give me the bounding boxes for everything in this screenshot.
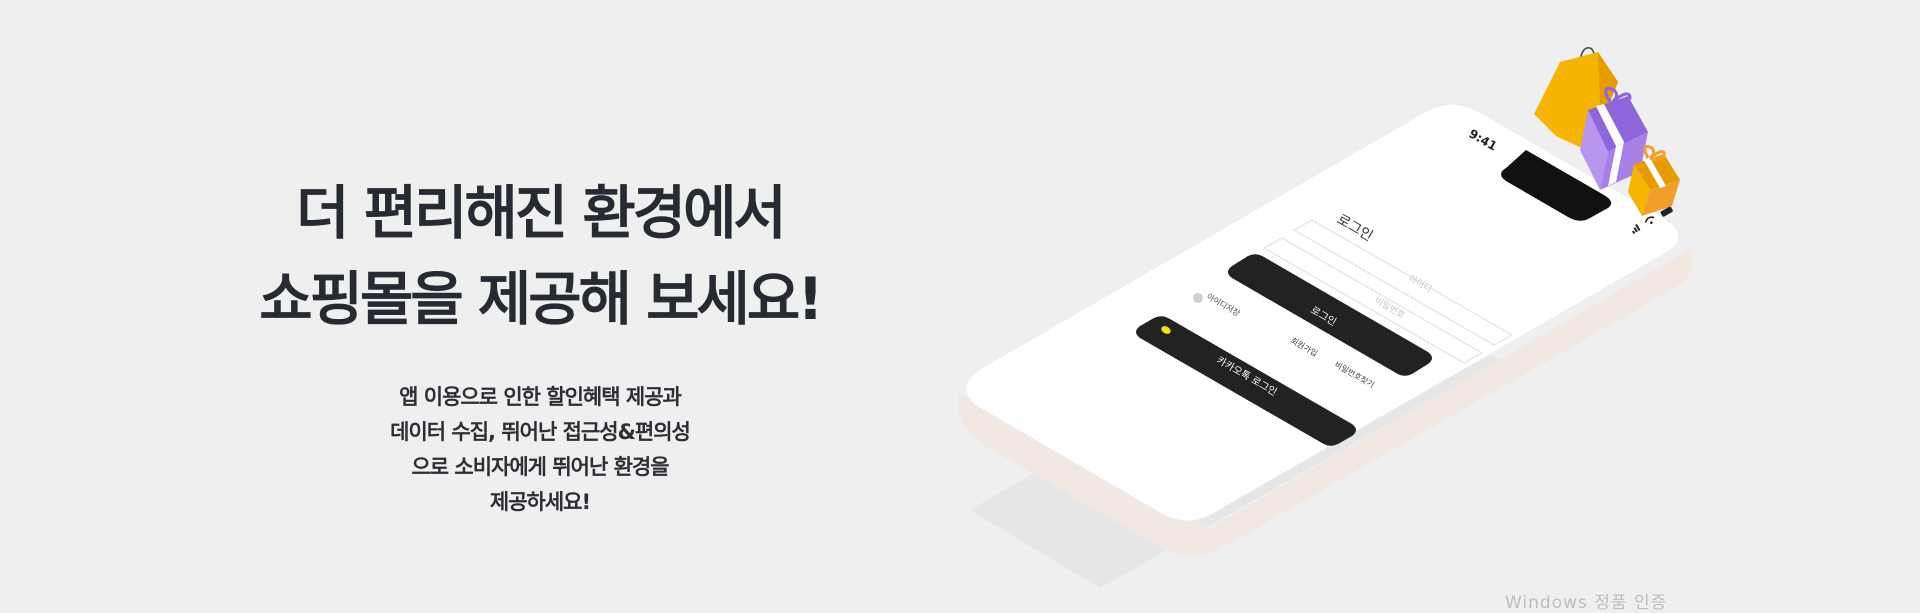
hero-subcopy: 앱 이용으로 인한 할인혜택 제공과 데이터 수집, 뛰어난 접근성&편의성 으… bbox=[150, 380, 930, 520]
save-id-checkbox[interactable] bbox=[1193, 293, 1203, 303]
headline-line-2: 쇼핑몰을 제공해 보세요! bbox=[259, 265, 823, 333]
phone-illustration: 9:41 로그인 아이디 비밀번호 아이디저장 로그인 회원가입 비밀번호찾기 … bbox=[958, 46, 1692, 588]
hero-headline: 더 편리해진 환경에서 쇼핑몰을 제공해 보세요! bbox=[150, 170, 930, 342]
subcopy-line-1: 앱 이용으로 인한 할인혜택 제공과 bbox=[399, 385, 682, 409]
subcopy-line-2: 데이터 수집, 뛰어난 접근성&편의성 bbox=[390, 420, 691, 444]
subcopy-line-4: 제공하세요! bbox=[489, 490, 591, 514]
subcopy-line-3: 으로 소비자에게 뛰어난 환경을 bbox=[411, 455, 669, 479]
hero-text: 더 편리해진 환경에서 쇼핑몰을 제공해 보세요! 앱 이용으로 인한 할인혜택… bbox=[150, 170, 930, 520]
headline-line-1: 더 편리해진 환경에서 bbox=[296, 179, 787, 247]
windows-activation-watermark: Windows 정품 인증 bbox=[1505, 593, 1668, 613]
